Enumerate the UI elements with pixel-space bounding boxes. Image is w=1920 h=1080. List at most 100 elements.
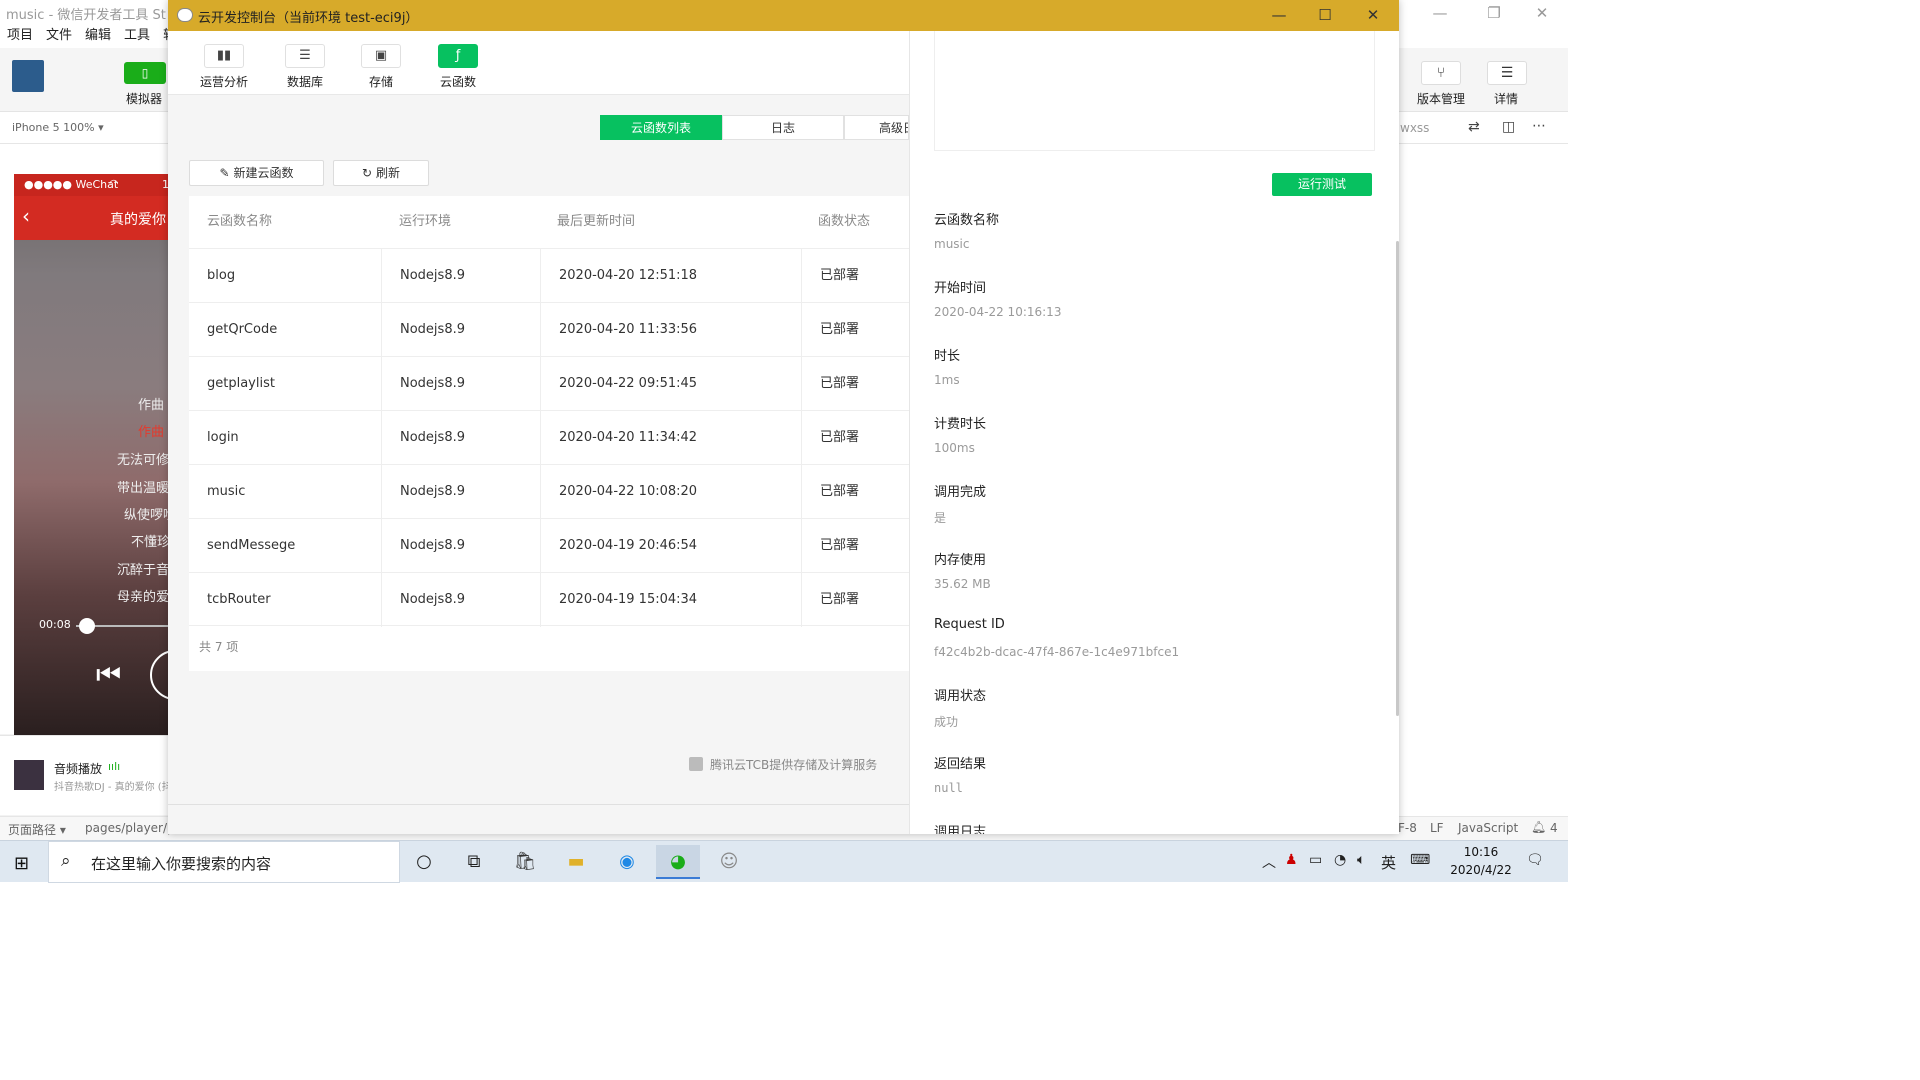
browser-icon[interactable]: ◉ [605, 845, 649, 879]
bell-icon[interactable]: 🔔︎ [1531, 820, 1546, 834]
editor-tab-wxss[interactable]: wxss [1400, 121, 1429, 135]
cell-status: 已部署 [801, 303, 909, 357]
cell-status: 已部署 [801, 249, 909, 303]
more-icon[interactable]: ⋯ [1532, 118, 1546, 134]
minimize-icon[interactable]: — [1255, 0, 1303, 31]
run-test-button[interactable]: 运行测试 [1272, 173, 1372, 196]
table-row[interactable]: blog Nodejs8.9 2020-04-20 12:51:18 已部署 [189, 248, 909, 303]
cell-updated: 2020-04-19 15:04:34 [540, 573, 801, 627]
qq-icon[interactable]: ♟ [1285, 852, 1298, 868]
version-control-icon[interactable]: ⑂ [1421, 61, 1461, 85]
compare-icon[interactable]: ⇄ [1468, 119, 1480, 135]
phone-screen[interactable]: ●●●●● WeChat ◠ 1 ‹ 真的爱你 作曲 作曲 无法可修 带出温暖 … [14, 174, 168, 735]
detail-label: 调用状态 [934, 689, 987, 704]
nav-database[interactable]: ☰ 数据库 [275, 31, 335, 90]
cell-updated: 2020-04-20 12:51:18 [540, 249, 801, 303]
invocation-detail-panel[interactable]: 运行测试 云函数名称 music 开始时间 2020-04-22 10:16:1… [909, 31, 1399, 834]
tab-logs[interactable]: 日志 [722, 115, 844, 140]
search-icon: ⌕ [61, 851, 71, 871]
detail-label: 计费时长 [934, 417, 987, 432]
editor-area[interactable] [1398, 144, 1568, 816]
nav-label: 运营分析 [199, 75, 248, 89]
network-icon[interactable]: ◔ [1334, 852, 1346, 868]
device-selector[interactable]: iPhone 5 100% ▾ [0, 112, 168, 144]
refresh-icon: ↻ [362, 166, 373, 180]
restore-icon[interactable]: ❐ [1474, 2, 1514, 24]
clock-date[interactable]: 2020/4/22 [1447, 863, 1515, 877]
minimize-icon[interactable]: — [1420, 2, 1460, 24]
nav-cloud-functions[interactable]: ƒ 云函数 [428, 31, 488, 90]
nav-storage[interactable]: ▣ 存储 [351, 31, 411, 90]
test-params-editor[interactable] [934, 31, 1375, 151]
table-row[interactable]: getQrCode Nodejs8.9 2020-04-20 11:33:56 … [189, 302, 909, 357]
background-audio-bar[interactable]: 音频播放 ıılı 抖音热歌DJ - 真的爱你 (抖 [0, 735, 172, 815]
menu-project[interactable]: 项目 [7, 26, 33, 46]
wechat-devtools-taskbar-icon[interactable]: ◕ [656, 845, 700, 879]
close-icon[interactable]: ✕ [1349, 0, 1397, 31]
notification-count: 4 [1550, 821, 1558, 835]
detail-scrollbar[interactable] [1396, 241, 1399, 716]
detail-value: 成功 [934, 715, 959, 729]
menu-edit[interactable]: 编辑 [85, 26, 111, 46]
cell-runtime: Nodejs8.9 [381, 465, 540, 519]
cell-runtime: Nodejs8.9 [381, 573, 540, 627]
phone-statusbar: ●●●●● WeChat ◠ 1 [14, 174, 168, 196]
action-center-icon[interactable]: 🗨︎ [1526, 852, 1544, 868]
refresh-button[interactable]: ↻ 刷新 [333, 160, 429, 186]
column-header-name: 云函数名称 [207, 214, 273, 229]
play-button[interactable] [150, 650, 168, 700]
tab-function-list[interactable]: 云函数列表 [600, 115, 722, 140]
taskbar-search[interactable]: ⌕ 在这里输入你要搜索的内容 [48, 841, 400, 883]
menu-tools[interactable]: 工具 [124, 26, 150, 46]
table-row[interactable]: getplaylist Nodejs8.9 2020-04-22 09:51:4… [189, 356, 909, 411]
progress-handle[interactable] [79, 618, 95, 634]
detail-label: 开始时间 [934, 281, 987, 296]
clock-time[interactable]: 10:16 [1459, 845, 1503, 859]
lyric-line: 无法可修 [117, 453, 168, 468]
table-row[interactable]: sendMessege Nodejs8.9 2020-04-19 20:46:5… [189, 518, 909, 573]
tray-chevron-icon[interactable]: ︿ [1262, 852, 1276, 872]
back-icon[interactable]: ‹ [22, 204, 30, 228]
cell-name: getplaylist [207, 376, 275, 391]
cell-runtime: Nodejs8.9 [381, 303, 540, 357]
progress-time: 00:08 [39, 618, 71, 631]
previous-icon[interactable]: ⏮ [96, 658, 121, 692]
table-row[interactable]: music Nodejs8.9 2020-04-22 10:08:20 已部署 [189, 464, 909, 519]
language-label[interactable]: JavaScript [1458, 821, 1518, 835]
simulator-button[interactable]: ▯ [124, 62, 166, 84]
windows-start-icon[interactable]: ⊞ [14, 853, 29, 874]
file-explorer-icon[interactable]: ▬ [554, 845, 598, 879]
page-path-label[interactable]: 页面路径 ▾ [8, 821, 66, 838]
details-icon[interactable]: ☰ [1487, 61, 1527, 85]
maximize-icon[interactable]: ☐ [1301, 0, 1349, 31]
close-icon[interactable]: ✕ [1522, 2, 1562, 24]
volume-icon[interactable]: 🔈︎ [1357, 852, 1365, 868]
device-label: iPhone 5 100% ▾ [12, 121, 104, 134]
editor-tabbar: wxss ⇄ ◫ ⋯ [1398, 112, 1568, 144]
cell-name: sendMessege [207, 538, 296, 553]
search-placeholder: 在这里输入你要搜索的内容 [91, 855, 272, 873]
table-row[interactable]: login Nodejs8.9 2020-04-20 11:34:42 已部署 [189, 410, 909, 465]
nav-analytics[interactable]: ▮▮ 运营分析 [194, 31, 254, 90]
nav-title: 真的爱你 [110, 212, 166, 228]
app-taskbar-icon[interactable]: ☺ [707, 845, 751, 879]
avatar[interactable] [12, 60, 44, 92]
detail-label: 调用日志 [934, 825, 987, 834]
task-view-icon[interactable]: ⧉ [452, 845, 496, 879]
keyboard-icon[interactable]: ⌨ [1410, 852, 1430, 868]
tab-advanced-logs[interactable]: 高级日 [844, 115, 909, 140]
ime-indicator[interactable]: 英 [1381, 852, 1396, 873]
eol-label[interactable]: LF [1430, 821, 1444, 835]
encoding-label[interactable]: F-8 [1398, 821, 1417, 835]
detail-value: 35.62 MB [934, 577, 991, 591]
new-function-button[interactable]: ✎ 新建云函数 [189, 160, 324, 186]
cell-updated: 2020-04-19 20:46:54 [540, 519, 801, 573]
split-icon[interactable]: ◫ [1502, 119, 1515, 135]
audio-subtitle: 抖音热歌DJ - 真的爱你 (抖 [54, 782, 172, 793]
menu-file[interactable]: 文件 [46, 26, 72, 46]
table-row[interactable]: tcbRouter Nodejs8.9 2020-04-19 15:04:34 … [189, 572, 909, 627]
cortana-icon[interactable]: ○ [402, 845, 446, 879]
console-nav: ▮▮ 运营分析 ☰ 数据库 ▣ 存储 ƒ 云函数 [168, 31, 909, 95]
battery-icon[interactable]: ▭ [1309, 852, 1322, 868]
store-icon[interactable]: 🛍︎ [503, 845, 547, 879]
